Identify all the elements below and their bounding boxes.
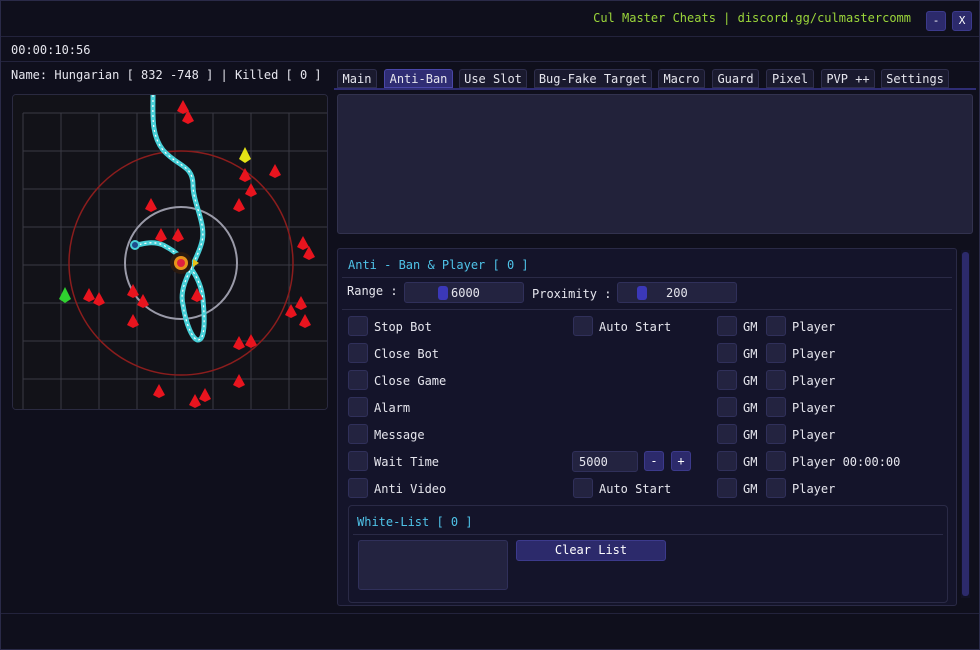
- session-timer: 00:00:10:56: [11, 43, 91, 57]
- wait-time-player-checkbox[interactable]: [766, 451, 786, 471]
- divider: [342, 277, 952, 278]
- close-game-checkbox[interactable]: [348, 370, 368, 390]
- anti-video-gm-checkbox[interactable]: [717, 478, 737, 498]
- close-bot-checkbox[interactable]: [348, 343, 368, 363]
- tab-bug-fake-target[interactable]: Bug-Fake Target: [534, 69, 652, 88]
- wait-time-input[interactable]: 5000: [572, 451, 638, 472]
- title-bar[interactable]: Cul Master Cheats | discord.gg/culmaster…: [1, 1, 979, 37]
- player-core: [177, 259, 185, 267]
- range-slider[interactable]: 6000: [404, 282, 524, 303]
- tab-settings[interactable]: Settings: [881, 69, 949, 88]
- stop-bot-auto-start-label: Auto Start: [599, 320, 672, 334]
- tab-main[interactable]: Main: [337, 69, 377, 88]
- player-label: Player 00:00:00: [792, 455, 901, 469]
- tab-anti-ban[interactable]: Anti-Ban: [384, 69, 453, 88]
- player-label: Player: [792, 428, 836, 442]
- app-title: Cul Master Cheats | discord.gg/culmaster…: [593, 11, 911, 25]
- minimize-button[interactable]: -: [926, 11, 946, 31]
- message-player-checkbox[interactable]: [766, 424, 786, 444]
- player-label: Player: [792, 320, 836, 334]
- player-label: Player: [792, 482, 836, 496]
- proximity-slider-thumb[interactable]: [637, 286, 647, 300]
- player-label: Player: [792, 401, 836, 415]
- gm-label: GM: [743, 401, 758, 415]
- gm-label: GM: [743, 428, 758, 442]
- wait-time-label: Wait Time: [374, 455, 440, 469]
- anti-video-auto-start-label: Auto Start: [599, 482, 672, 496]
- anti-ban-title: Anti - Ban & Player [ 0 ]: [348, 258, 529, 272]
- tab-pixel[interactable]: Pixel: [766, 69, 814, 88]
- path-start-marker: [130, 240, 140, 250]
- gm-label: GM: [743, 482, 758, 496]
- anti-video-checkbox[interactable]: [348, 478, 368, 498]
- stop-bot-label: Stop Bot: [374, 320, 432, 334]
- panel-scrollbar[interactable]: [961, 250, 970, 598]
- wait-time-increment-button[interactable]: +: [671, 451, 691, 471]
- stop-bot-checkbox[interactable]: [348, 316, 368, 336]
- alarm-gm-checkbox[interactable]: [717, 397, 737, 417]
- player-label: Player: [792, 374, 836, 388]
- stop-bot-player-checkbox[interactable]: [766, 316, 786, 336]
- whitelist-listbox[interactable]: [358, 540, 508, 590]
- close-game-gm-checkbox[interactable]: [717, 370, 737, 390]
- tab-use-slot[interactable]: Use Slot: [459, 69, 527, 88]
- wait-time-gm-checkbox[interactable]: [717, 451, 737, 471]
- footer-divider: [1, 613, 979, 614]
- gm-label: GM: [743, 320, 758, 334]
- app-window: Cul Master Cheats | discord.gg/culmaster…: [0, 0, 980, 650]
- tab-pvp-plus[interactable]: PVP ++: [821, 69, 875, 88]
- stop-bot-gm-checkbox[interactable]: [717, 316, 737, 336]
- anti-video-label: Anti Video: [374, 482, 447, 496]
- wait-time-value: 5000: [579, 455, 608, 469]
- gm-label: GM: [743, 374, 758, 388]
- log-area[interactable]: [337, 94, 973, 234]
- radar-map[interactable]: [12, 94, 328, 410]
- alarm-checkbox[interactable]: [348, 397, 368, 417]
- radar-background: [13, 95, 327, 409]
- range-label: Range :: [347, 284, 398, 298]
- anti-video-player-checkbox[interactable]: [766, 478, 786, 498]
- clear-list-button[interactable]: Clear List: [516, 540, 666, 561]
- proximity-slider[interactable]: 200: [617, 282, 737, 303]
- character-status: Name: Hungarian [ 832 -748 ] | Killed [ …: [11, 68, 322, 82]
- tab-macro[interactable]: Macro: [658, 69, 705, 88]
- close-bot-gm-checkbox[interactable]: [717, 343, 737, 363]
- gm-label: GM: [743, 347, 758, 361]
- whitelist-title: White-List [ 0 ]: [357, 515, 473, 529]
- range-slider-thumb[interactable]: [438, 286, 448, 300]
- wait-time-decrement-button[interactable]: -: [644, 451, 664, 471]
- timer-bar: 00:00:10:56: [1, 38, 979, 62]
- divider: [353, 534, 943, 535]
- gm-label: GM: [743, 455, 758, 469]
- message-label: Message: [374, 428, 425, 442]
- proximity-value: 200: [666, 286, 688, 300]
- close-bot-player-checkbox[interactable]: [766, 343, 786, 363]
- close-game-label: Close Game: [374, 374, 447, 388]
- stop-bot-auto-start-checkbox[interactable]: [573, 316, 593, 336]
- range-value: 6000: [451, 286, 480, 300]
- radar-canvas: [13, 95, 327, 409]
- scrollbar-thumb[interactable]: [962, 252, 969, 596]
- close-button[interactable]: X: [952, 11, 972, 31]
- tab-underline: [334, 88, 976, 90]
- proximity-label: Proximity :: [532, 287, 612, 301]
- anti-ban-panel: Anti - Ban & Player [ 0 ] Range : 6000 P…: [337, 248, 957, 606]
- message-gm-checkbox[interactable]: [717, 424, 737, 444]
- wait-time-checkbox[interactable]: [348, 451, 368, 471]
- whitelist-section: White-List [ 0 ] Clear List: [348, 505, 948, 603]
- alarm-player-checkbox[interactable]: [766, 397, 786, 417]
- anti-video-auto-start-checkbox[interactable]: [573, 478, 593, 498]
- message-checkbox[interactable]: [348, 424, 368, 444]
- close-game-player-checkbox[interactable]: [766, 370, 786, 390]
- divider: [342, 309, 952, 310]
- player-label: Player: [792, 347, 836, 361]
- alarm-label: Alarm: [374, 401, 411, 415]
- tab-guard[interactable]: Guard: [712, 69, 759, 88]
- close-bot-label: Close Bot: [374, 347, 440, 361]
